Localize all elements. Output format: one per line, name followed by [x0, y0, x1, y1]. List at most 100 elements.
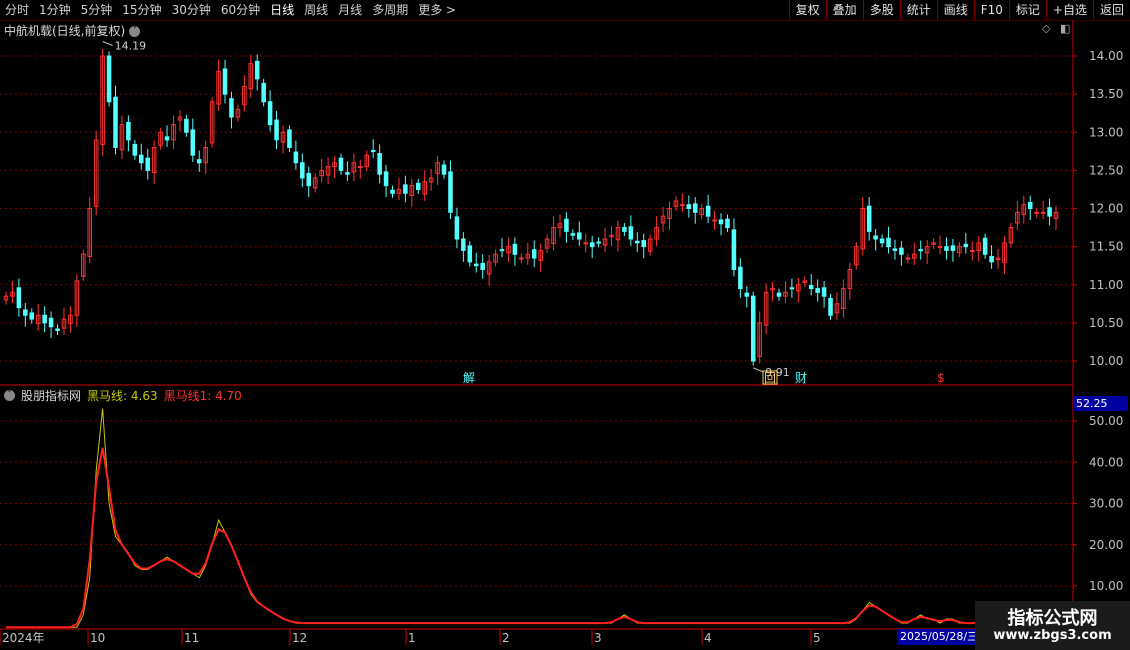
candle-body — [892, 248, 898, 251]
candle-body — [1027, 201, 1033, 209]
candle-body — [42, 314, 47, 324]
candle-body — [519, 257, 524, 260]
candle-body — [454, 216, 460, 240]
candle-body — [815, 288, 820, 293]
candle-body — [415, 182, 421, 190]
candle-body — [577, 232, 582, 240]
candle-body — [467, 245, 473, 263]
x-axis-label: 5 — [813, 631, 821, 645]
price-tick-label: 12.50 — [1089, 163, 1123, 177]
candle-body — [789, 287, 795, 290]
candle-body — [512, 243, 518, 255]
candle-body — [744, 292, 750, 297]
candle-body — [126, 121, 131, 141]
candle-body — [164, 136, 170, 141]
candle-body — [712, 219, 717, 222]
price-tick-label: 11.50 — [1089, 240, 1123, 254]
candle-body — [145, 157, 150, 171]
candle-body — [113, 96, 118, 149]
candle-body — [738, 266, 743, 290]
candle-body — [106, 55, 112, 103]
watermark: 指标公式网 www.zbgs3.com — [975, 601, 1130, 650]
x-axis-label: 12 — [292, 631, 307, 645]
candle-body — [229, 98, 234, 118]
candle-body — [873, 235, 878, 240]
candle-body — [731, 229, 737, 271]
heima-line1-label: 黑马线1: 4.70 — [163, 389, 242, 403]
price-tick-label: 12.00 — [1089, 202, 1123, 216]
candle-body — [866, 205, 872, 232]
candle-body — [937, 246, 943, 249]
price-tick-label: 10.00 — [1089, 354, 1123, 368]
candle-body — [725, 218, 730, 229]
candle-body — [16, 287, 22, 309]
candle-body — [944, 246, 949, 251]
candle-body — [886, 237, 891, 248]
candle-body — [589, 242, 595, 248]
indicator-title: ˅ 股朋指标网 黑马线: 4.63 黑马线1: 4.70 — [4, 387, 242, 404]
candle-body — [899, 247, 904, 255]
candle-body — [808, 285, 814, 290]
x-axis-label: 2 — [502, 631, 510, 645]
event-marker: 回 — [764, 371, 776, 385]
heima-line — [6, 408, 1031, 628]
candle-body — [132, 143, 138, 156]
x-axis-label: 4 — [704, 631, 712, 645]
price-tick-label: 13.00 — [1089, 125, 1123, 139]
stock-title-text: 中航机载(日线,前复权) — [4, 24, 126, 38]
candle-body — [383, 171, 389, 187]
candle-body — [190, 129, 196, 156]
heima-line-label: 黑马线: 4.63 — [87, 389, 158, 403]
event-marker: $ — [937, 371, 945, 385]
candle-body — [583, 242, 589, 245]
candle-body — [23, 309, 28, 316]
candle-body — [448, 171, 453, 213]
candle-body — [254, 60, 260, 80]
candle-body — [461, 238, 466, 251]
high-pointer — [102, 41, 113, 46]
candle-body — [338, 157, 344, 171]
candle-body — [390, 189, 395, 194]
indicator-tick-label: 30.00 — [1089, 497, 1123, 511]
candle-body — [641, 240, 647, 248]
x-axis-label: 10 — [90, 631, 105, 645]
stock-chart[interactable]: 14.00 13.50 13.00 12.50 12.00 11.50 11.00 10.50… — [0, 0, 1130, 650]
watermark-title: 指标公式网 — [1007, 608, 1098, 629]
candle-body — [692, 203, 698, 213]
candle-body — [750, 295, 756, 362]
candle-body — [287, 129, 292, 148]
candle-body — [680, 204, 685, 207]
high-price-label: 14.19 — [115, 40, 146, 53]
chevron-down-icon[interactable]: ˅ — [4, 390, 15, 401]
candle-body — [196, 159, 202, 164]
candle-body — [982, 237, 988, 255]
panel-toggle-icon[interactable]: ◧ — [1060, 22, 1070, 35]
candle-body — [274, 119, 279, 141]
candle-body — [918, 249, 923, 252]
diamond-icon[interactable]: ◇ — [1042, 22, 1050, 35]
candle-body — [596, 241, 601, 244]
x-axis-label: 3 — [594, 631, 602, 645]
low-pointer — [753, 367, 764, 373]
candle-body — [718, 219, 724, 225]
chevron-down-icon[interactable]: ˅ — [129, 26, 141, 37]
candle-body — [828, 297, 833, 316]
event-marker: 解 — [463, 371, 475, 385]
candle-body — [370, 150, 376, 153]
candle-body — [969, 249, 975, 252]
candle-body — [531, 249, 537, 259]
candle-body — [879, 238, 885, 244]
candle-body — [705, 205, 711, 217]
main-chart-title: 中航机载(日线,前复权) ˅ — [4, 22, 141, 39]
candle-body — [306, 172, 312, 187]
candle-body — [950, 245, 956, 251]
indicator-tick-label: 20.00 — [1089, 538, 1123, 552]
candle-body — [628, 226, 634, 240]
indicator-tick-label: 50.00 — [1089, 414, 1123, 428]
candle-body — [905, 257, 911, 260]
x-axis-label: 2024年 — [2, 631, 45, 645]
price-tick-label: 14.00 — [1089, 49, 1123, 63]
candle-body — [821, 287, 827, 297]
cursor-date-badge: 2025/05/28/三 — [897, 629, 982, 645]
x-axis-label: 11 — [184, 631, 199, 645]
